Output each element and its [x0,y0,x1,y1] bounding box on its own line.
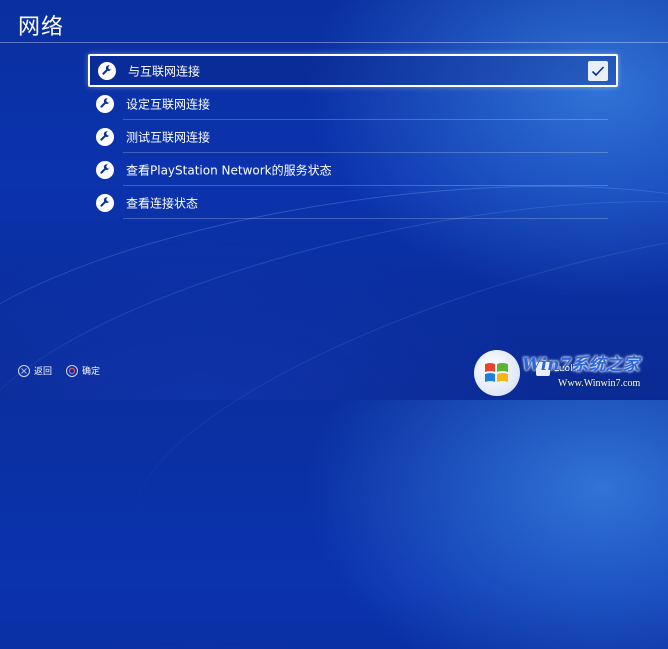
circle-button-icon [66,364,79,377]
wrench-icon [96,160,114,179]
watermark-brand: Win7系统之家 [522,355,640,375]
menu-item-label: 与互联网连接 [128,64,201,78]
checkmark-icon[interactable] [588,60,608,81]
page-title: 网络 [18,15,65,40]
menu-item-view-connection-status[interactable]: 查看连接状态 [88,186,618,219]
watermark-url: Www.Winwin7.com [558,378,641,389]
button-hints: 返回 确定 [18,364,114,377]
menu-item-test-internet-connection[interactable]: 测试互联网连接 [88,120,618,153]
cross-button-icon [18,364,30,377]
menu-item-label: 查看连接状态 [126,196,199,210]
network-menu: 与互联网连接 设定互联网连接 测试互联网连接 查看PlayStation Net… [88,54,618,219]
menu-item-label: 设定互联网连接 [126,97,211,111]
watermark: Win7系统之家 Www.Winwin7.com [474,346,668,400]
menu-item-setup-internet-connection[interactable]: 设定互联网连接 [88,87,618,120]
menu-item-label: 查看PlayStation Network的服务状态 [126,163,332,177]
back-hint[interactable]: 返回 [18,364,52,377]
menu-item-psn-service-status[interactable]: 查看PlayStation Network的服务状态 [88,153,618,186]
menu-item-connect-to-internet[interactable]: 与互联网连接 [88,54,618,87]
wrench-icon [96,193,114,212]
wrench-icon [96,127,114,146]
confirm-hint[interactable]: 确定 [66,364,100,377]
confirm-label: 确定 [82,367,101,377]
windows-logo-icon [474,350,520,396]
wrench-icon [98,61,116,80]
menu-divider [123,218,608,219]
back-label: 返回 [34,367,53,377]
title-divider [0,42,668,43]
wrench-icon [96,94,114,113]
menu-item-label: 测试互联网连接 [126,130,211,144]
